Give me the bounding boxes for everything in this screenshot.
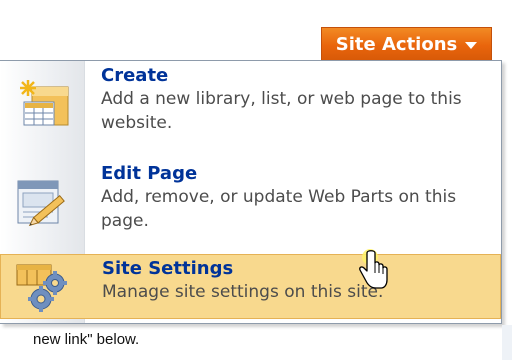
create-icon: [12, 77, 72, 135]
menu-item-description: Add, remove, or update Web Parts on this…: [101, 187, 457, 231]
edit-page-icon: [12, 173, 72, 233]
menu-item-title: Edit Page: [101, 163, 198, 184]
site-actions-button[interactable]: Site Actions: [321, 27, 492, 60]
menu-item-create[interactable]: Create Add a new library, list, or web p…: [0, 61, 501, 149]
menu-item-title: Create: [101, 65, 169, 86]
menu-item-site-settings[interactable]: Site Settings Manage site settings on th…: [0, 254, 501, 319]
site-actions-label: Site Actions: [335, 33, 458, 55]
page-body-text: new link" below.: [33, 331, 140, 348]
menu-item-description: Manage site settings on this site.: [102, 282, 384, 302]
chevron-down-icon: [465, 41, 478, 49]
menu-item-title: Site Settings: [102, 258, 234, 279]
menu-item-edit-page[interactable]: Edit Page Add, remove, or update Web Par…: [0, 159, 501, 247]
page-side-strip: [502, 325, 512, 360]
site-settings-icon: [13, 261, 77, 317]
hand-cursor-icon: [354, 247, 390, 299]
site-actions-menu: Create Add a new library, list, or web p…: [0, 60, 502, 324]
menu-item-description: Add a new library, list, or web page to …: [101, 89, 462, 133]
